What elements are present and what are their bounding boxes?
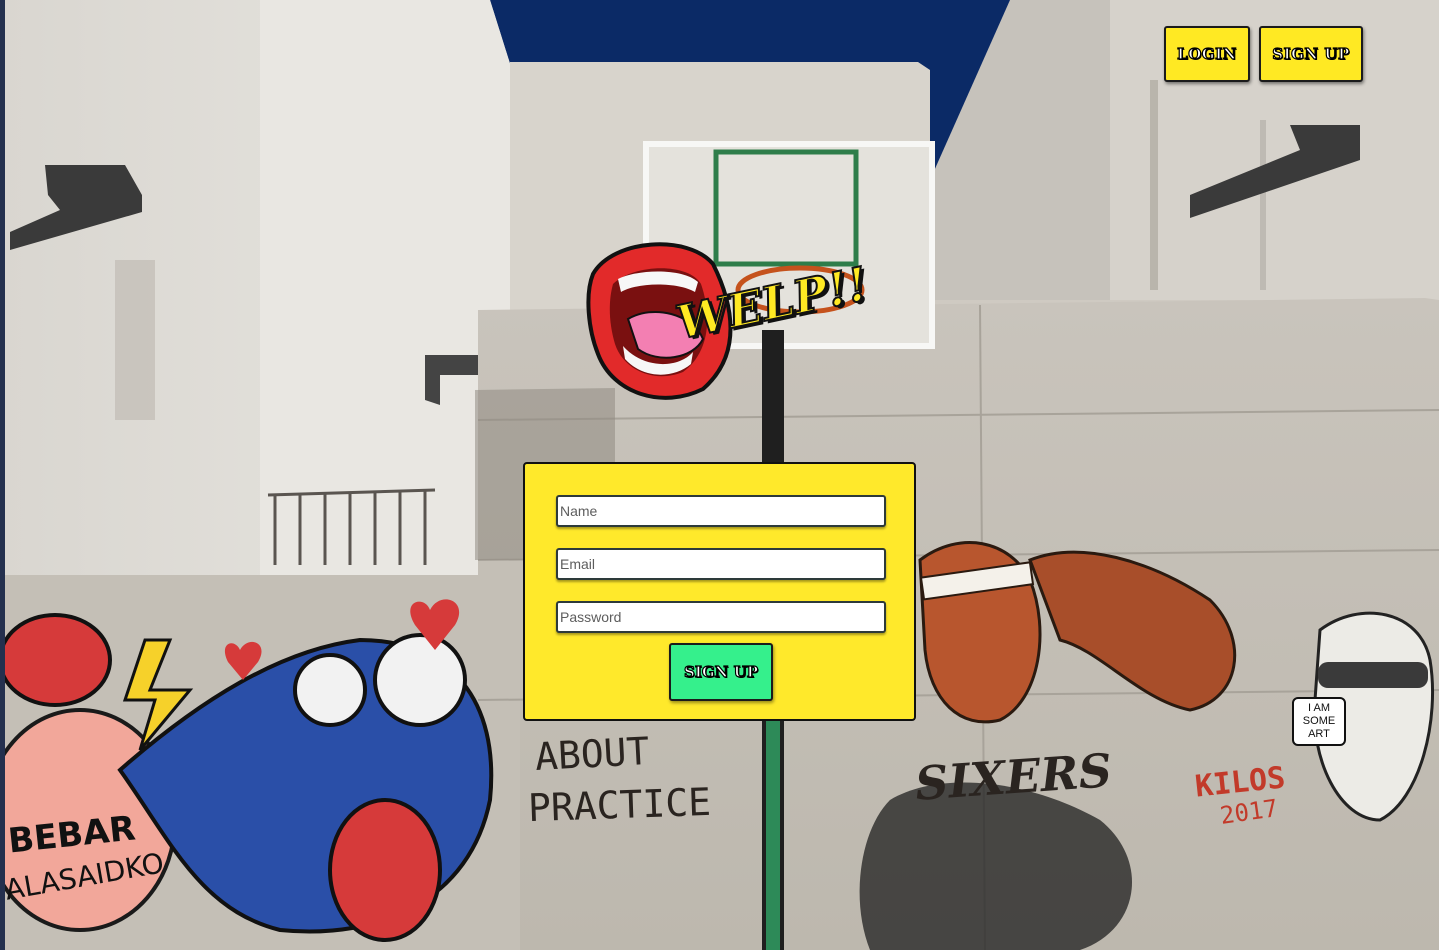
graffiti-text-some-art: I AM SOME ART (1292, 697, 1346, 746)
password-input[interactable] (556, 601, 886, 633)
signup-form: SIGN UP (523, 462, 916, 721)
window-edge (0, 0, 5, 950)
signup-nav-button[interactable]: SIGN UP (1259, 26, 1363, 82)
email-input[interactable] (556, 548, 886, 580)
graffiti-text-about: ABOUT (533, 729, 651, 779)
graffiti-text-practice: PRACTICE (527, 779, 712, 831)
signup-submit-button[interactable]: SIGN UP (669, 643, 773, 701)
name-input[interactable] (556, 495, 886, 527)
welp-logo: WELP!! (583, 234, 874, 406)
login-button[interactable]: LOGIN (1164, 26, 1250, 82)
